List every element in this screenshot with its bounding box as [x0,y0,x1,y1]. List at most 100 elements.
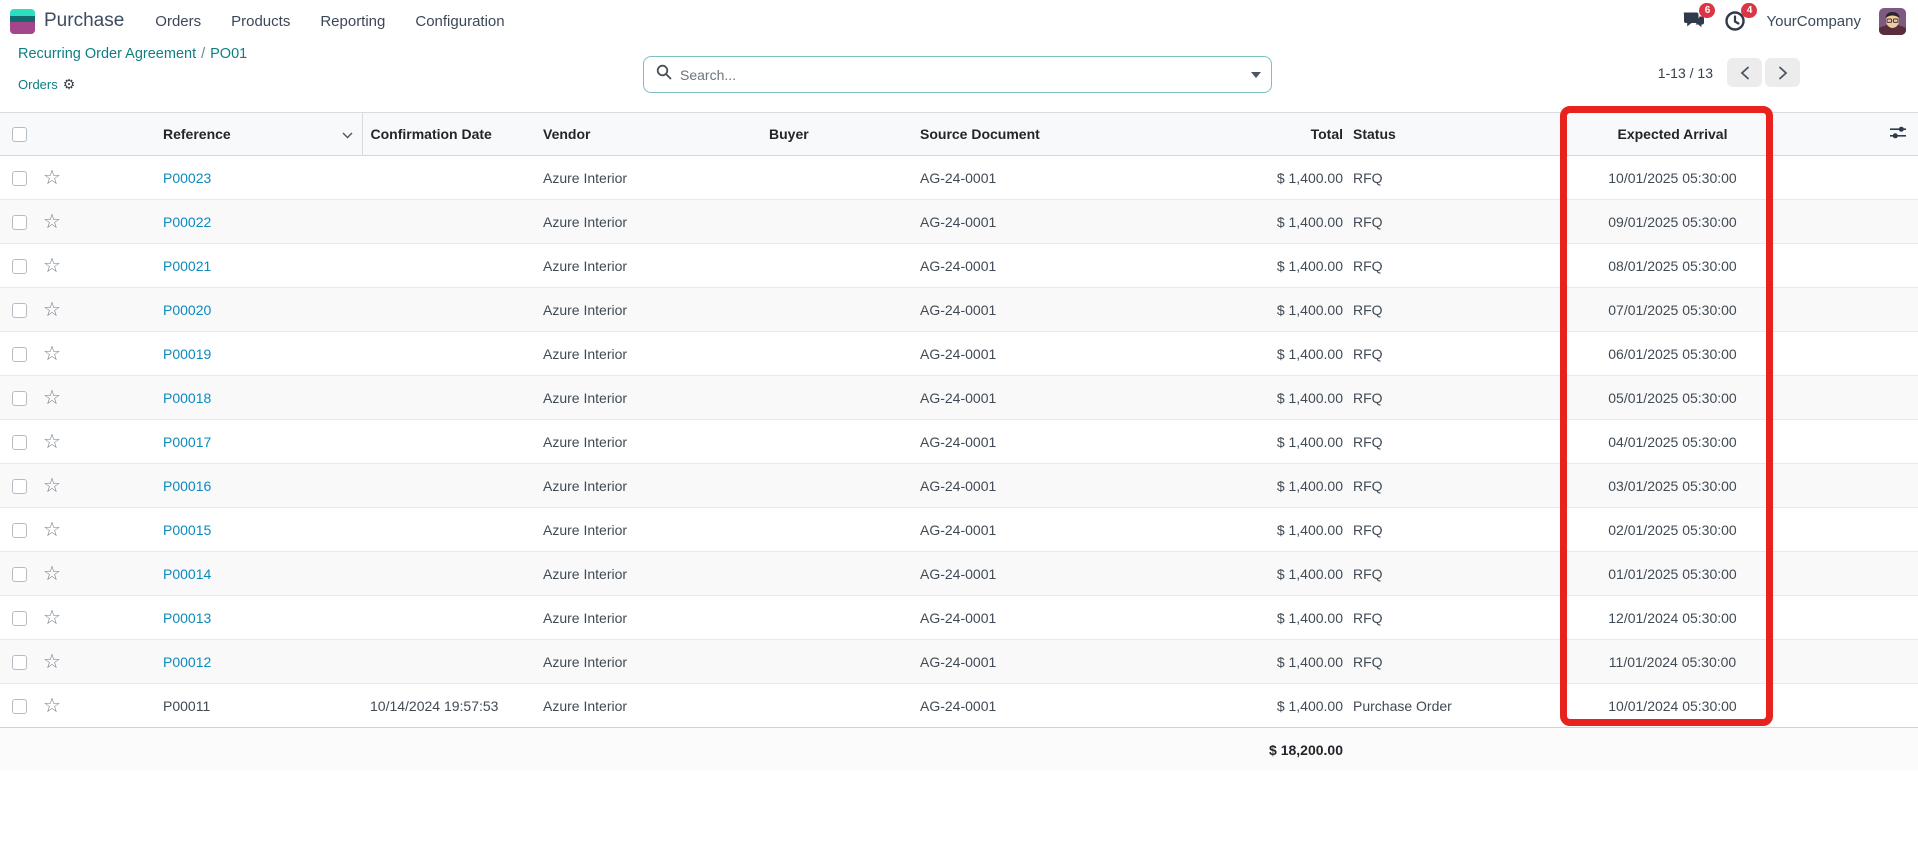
row-select-checkbox[interactable] [12,170,27,186]
column-header-confirmation-date[interactable]: Confirmation Date [362,112,527,156]
table-row[interactable]: ☆ P00020 Azure Interior AG-24-0001 $ 1,4… [0,287,1918,332]
table-row[interactable]: ☆ P00014 Azure Interior AG-24-0001 $ 1,4… [0,551,1918,596]
menu-configuration[interactable]: Configuration [400,7,519,36]
table-row[interactable]: ☆ P00011 10/14/2024 19:57:53 Azure Inter… [0,683,1918,728]
cell-reference[interactable]: P00023 [163,170,211,186]
column-header-total[interactable]: Total [1120,112,1347,156]
table-row[interactable]: ☆ P00022 Azure Interior AG-24-0001 $ 1,4… [0,199,1918,244]
row-select-checkbox[interactable] [12,390,27,406]
table-row[interactable]: ☆ P00019 Azure Interior AG-24-0001 $ 1,4… [0,331,1918,376]
cell-confirmation-date [362,243,527,288]
pager-previous-button[interactable] [1727,58,1762,87]
messages-count-badge: 6 [1699,3,1716,18]
cell-status: RFQ [1347,507,1555,552]
cell-reference[interactable]: P00013 [163,610,211,626]
cell-vendor: Azure Interior [527,683,761,728]
menu-products[interactable]: Products [216,7,305,36]
cell-reference[interactable]: P00011 [163,698,210,714]
app-title[interactable]: Purchase [44,10,124,32]
breadcrumb-current[interactable]: PO01 [210,46,247,62]
table-row[interactable]: ☆ P00015 Azure Interior AG-24-0001 $ 1,4… [0,507,1918,552]
row-select-checkbox[interactable] [12,346,27,362]
row-select-checkbox[interactable] [12,610,27,626]
row-select-checkbox[interactable] [12,302,27,318]
top-navbar: Purchase Orders Products Reporting Confi… [0,0,1918,42]
row-select-checkbox[interactable] [12,698,27,714]
row-select-checkbox[interactable] [12,566,27,582]
favorite-star-icon[interactable]: ☆ [43,387,61,409]
select-all-checkbox[interactable] [12,127,27,143]
cell-reference[interactable]: P00017 [163,434,211,450]
cell-reference[interactable]: P00018 [163,390,211,406]
row-select-checkbox[interactable] [12,214,27,230]
favorite-star-icon[interactable]: ☆ [43,211,61,233]
table-row[interactable]: ☆ P00021 Azure Interior AG-24-0001 $ 1,4… [0,243,1918,288]
cell-reference[interactable]: P00021 [163,258,211,274]
favorite-star-icon[interactable]: ☆ [43,431,61,453]
column-header-expected-arrival[interactable]: Expected Arrival [1555,112,1790,156]
company-name[interactable]: YourCompany [1766,13,1861,30]
row-select-checkbox[interactable] [12,522,27,538]
gear-icon[interactable]: ⚙ [63,76,76,93]
favorite-star-icon[interactable]: ☆ [43,167,61,189]
cell-total: $ 1,400.00 [1120,683,1347,728]
cell-expected-arrival: 08/01/2025 05:30:00 [1555,243,1790,288]
cell-buyer [761,419,912,464]
favorite-star-icon[interactable]: ☆ [43,255,61,277]
row-select-checkbox[interactable] [12,478,27,494]
cell-reference[interactable]: P00020 [163,302,211,318]
cell-total: $ 1,400.00 [1120,463,1347,508]
table-row[interactable]: ☆ P00018 Azure Interior AG-24-0001 $ 1,4… [0,375,1918,420]
cell-reference[interactable]: P00019 [163,346,211,362]
breadcrumb: Recurring Order Agreement / PO01 [18,46,247,62]
cell-confirmation-date [362,639,527,684]
favorite-star-icon[interactable]: ☆ [43,343,61,365]
messages-button[interactable]: 6 [1682,3,1716,32]
table-row[interactable]: ☆ P00016 Azure Interior AG-24-0001 $ 1,4… [0,463,1918,508]
cell-vendor: Azure Interior [527,243,761,288]
cell-confirmation-date [362,463,527,508]
column-header-vendor[interactable]: Vendor [527,112,761,156]
cell-reference[interactable]: P00022 [163,214,211,230]
column-header-status[interactable]: Status [1347,112,1555,156]
menu-orders[interactable]: Orders [140,7,216,36]
search-input[interactable] [680,66,1251,83]
cell-expected-arrival: 07/01/2025 05:30:00 [1555,287,1790,332]
table-row[interactable]: ☆ P00012 Azure Interior AG-24-0001 $ 1,4… [0,639,1918,684]
row-select-checkbox[interactable] [12,258,27,274]
cell-reference[interactable]: P00016 [163,478,211,494]
cell-buyer [761,331,912,376]
activities-button[interactable]: 4 [1724,3,1758,32]
optional-columns-icon[interactable] [1889,126,1907,143]
favorite-star-icon[interactable]: ☆ [43,607,61,629]
favorite-star-icon[interactable]: ☆ [43,563,61,585]
favorite-star-icon[interactable]: ☆ [43,651,61,673]
table-row[interactable]: ☆ P00013 Azure Interior AG-24-0001 $ 1,4… [0,595,1918,640]
cell-reference[interactable]: P00012 [163,654,211,670]
user-avatar[interactable] [1879,7,1906,35]
cell-reference[interactable]: P00015 [163,522,211,538]
favorite-star-icon[interactable]: ☆ [43,475,61,497]
table-row[interactable]: ☆ P00017 Azure Interior AG-24-0001 $ 1,4… [0,419,1918,464]
row-select-checkbox[interactable] [12,434,27,450]
favorite-star-icon[interactable]: ☆ [43,299,61,321]
cell-confirmation-date [362,419,527,464]
column-header-buyer[interactable]: Buyer [761,112,912,156]
purchase-app-icon[interactable] [10,8,35,34]
menu-reporting[interactable]: Reporting [305,7,400,36]
cell-status: RFQ [1347,551,1555,596]
cell-buyer [761,243,912,288]
row-select-checkbox[interactable] [12,654,27,670]
column-header-source-document[interactable]: Source Document [912,112,1120,156]
sort-descending-icon[interactable] [342,126,353,142]
main-menus: Orders Products Reporting Configuration [140,7,519,36]
column-header-reference[interactable]: Reference [163,126,231,142]
search-dropdown-toggle-icon[interactable] [1251,71,1261,78]
pager-next-button[interactable] [1765,58,1800,87]
favorite-star-icon[interactable]: ☆ [43,519,61,541]
cell-total: $ 1,400.00 [1120,287,1347,332]
breadcrumb-parent-link[interactable]: Recurring Order Agreement [18,46,196,62]
cell-reference[interactable]: P00014 [163,566,211,582]
table-row[interactable]: ☆ P00023 Azure Interior AG-24-0001 $ 1,4… [0,155,1918,200]
favorite-star-icon[interactable]: ☆ [43,695,61,717]
